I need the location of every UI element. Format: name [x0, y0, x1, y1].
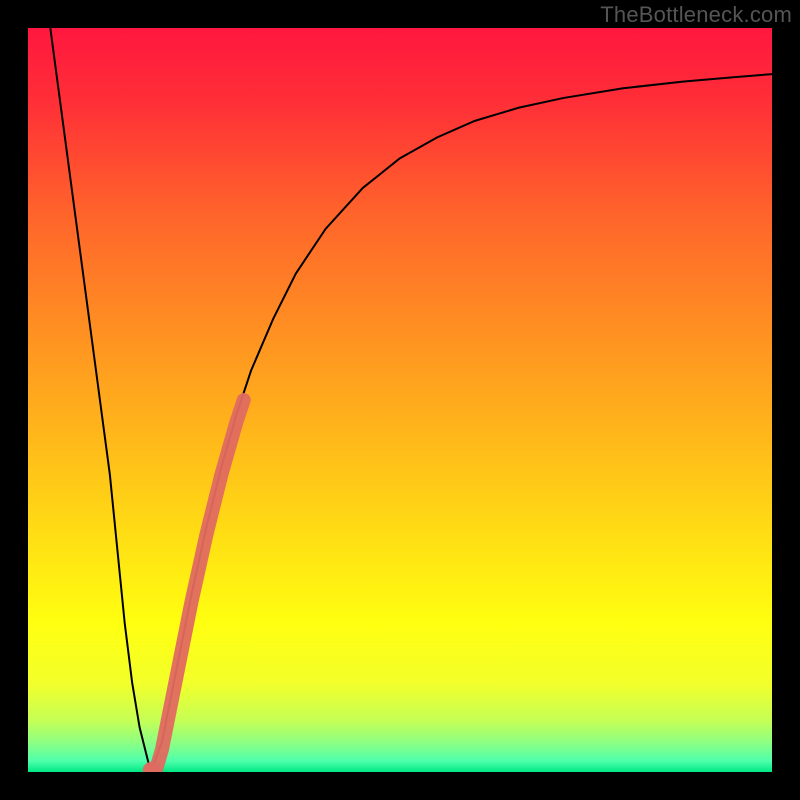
chart-frame: TheBottleneck.com: [0, 0, 800, 800]
chart-svg: [28, 28, 772, 772]
chart-background: [28, 28, 772, 772]
plot-area: [28, 28, 772, 772]
watermark-text: TheBottleneck.com: [600, 2, 792, 28]
